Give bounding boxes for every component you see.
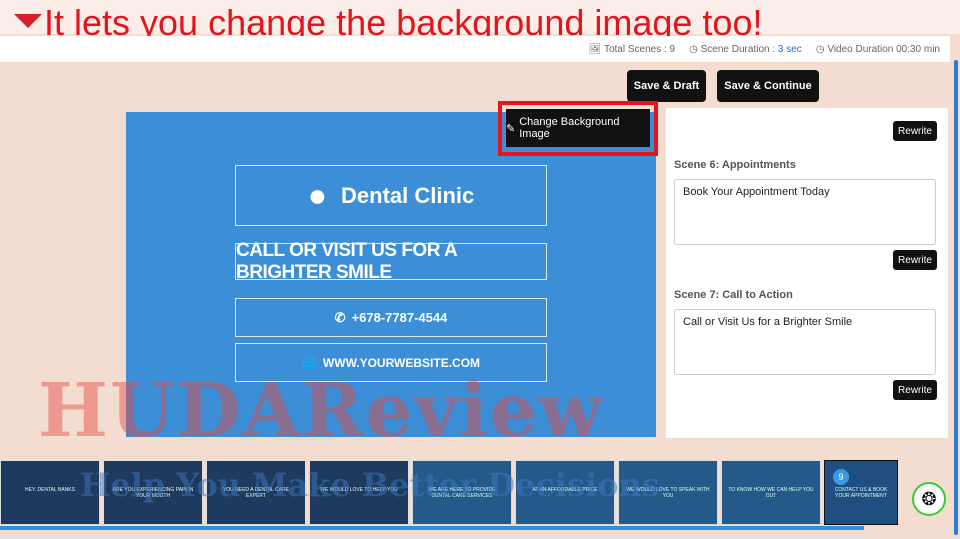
- phone-box[interactable]: ✆ +678-7787-4544: [235, 298, 547, 337]
- rewrite-button[interactable]: Rewrite: [893, 380, 937, 400]
- timeline-progress[interactable]: [0, 526, 864, 530]
- scene-duration: ◷ Scene Duration : 3 sec: [689, 43, 802, 55]
- scene-thumbnail[interactable]: TO KNOW HOW WE CAN HELP YOU OUT: [721, 460, 821, 525]
- chatgpt-icon[interactable]: ❂: [912, 482, 946, 516]
- scrollbar[interactable]: [954, 60, 958, 535]
- phone-icon: ✆: [334, 309, 346, 325]
- video-duration: ◷ Video Duration 00:30 min: [815, 43, 940, 55]
- tooth-logo-icon: ●: [307, 177, 328, 213]
- save-continue-button[interactable]: Save & Continue: [717, 70, 819, 102]
- scene-label: Scene 6: Appointments: [674, 159, 796, 171]
- rewrite-button[interactable]: Rewrite: [893, 250, 937, 270]
- total-scenes: 🖼 Total Scenes : 9: [588, 43, 676, 55]
- logo-text: Dental Clinic: [341, 182, 475, 208]
- watermark-tagline: Help You Make Better Decisions: [80, 466, 660, 504]
- watermark-logo: HUDAReview: [38, 368, 605, 454]
- change-background-button[interactable]: ✎ Change Background Image: [506, 109, 650, 147]
- stats-bar: 🖼 Total Scenes : 9 ◷ Scene Duration : 3 …: [0, 36, 950, 62]
- scene-text-input[interactable]: Book Your Appointment Today: [674, 179, 936, 245]
- caption-arrow-icon: [14, 14, 42, 28]
- save-draft-button[interactable]: Save & Draft: [627, 70, 706, 102]
- headline-box[interactable]: CALL OR VISIT US FOR A BRIGHTER SMILE: [235, 240, 547, 283]
- rewrite-button[interactable]: Rewrite: [893, 121, 937, 141]
- scene-number-badge: 9: [833, 469, 849, 485]
- phone-text: +678-7787-4544: [351, 310, 448, 325]
- scene-text-input[interactable]: Call or Visit Us for a Brighter Smile: [674, 309, 936, 375]
- scene-thumbnail-active[interactable]: 9 CONTACT US & BOOK YOUR APPOINTMENT: [824, 460, 898, 525]
- change-background-highlight: ✎ Change Background Image: [498, 101, 658, 156]
- scene-label: Scene 7: Call to Action: [674, 289, 793, 301]
- script-panel: Rewrite Scene 6: Appointments Book Your …: [666, 108, 948, 438]
- logo-box[interactable]: ● Dental Clinic: [235, 165, 547, 226]
- pencil-icon: ✎: [506, 122, 516, 135]
